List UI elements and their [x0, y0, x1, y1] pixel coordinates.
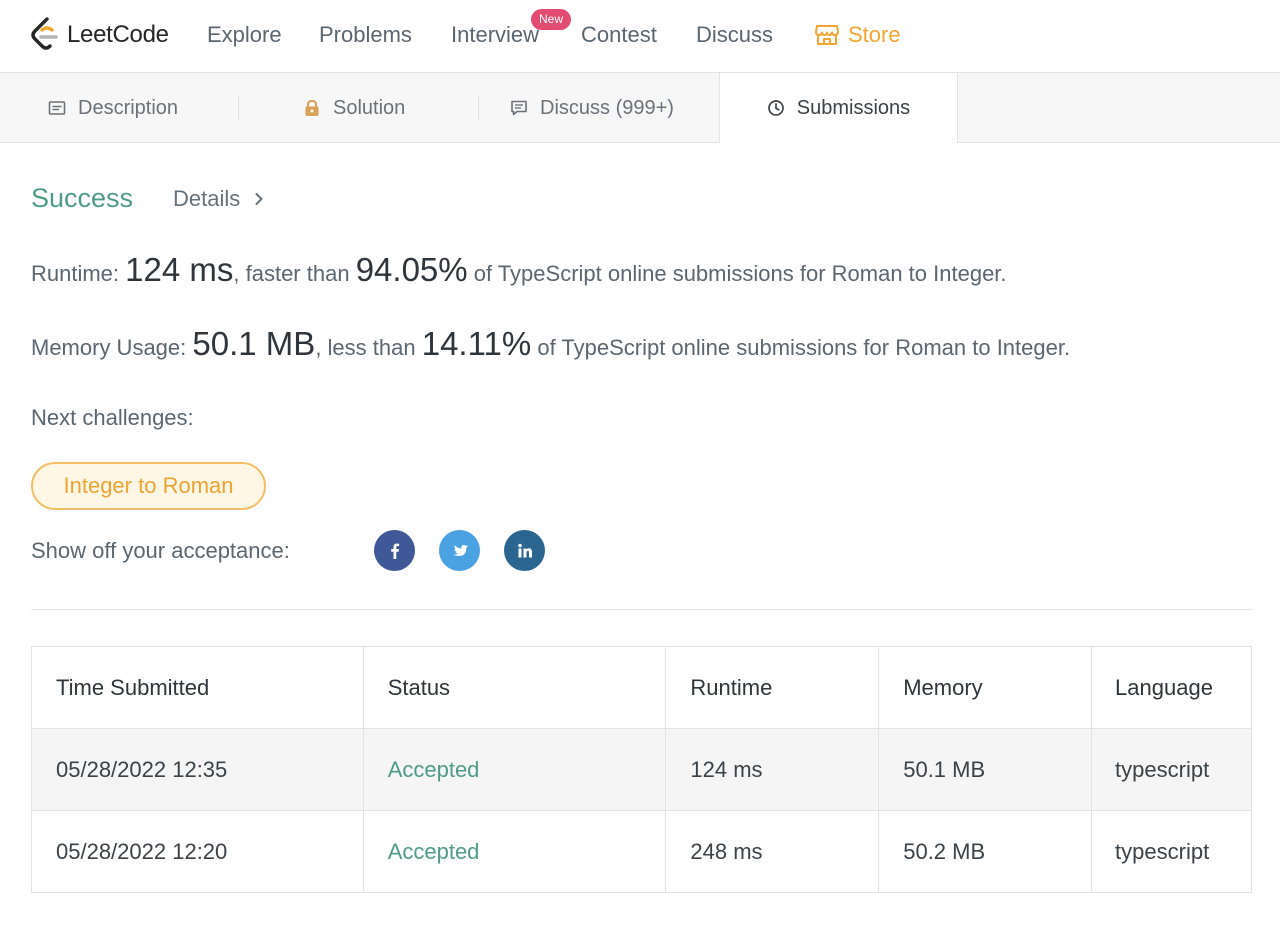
runtime-faster-than: , faster than	[233, 261, 350, 286]
nav-contest[interactable]: Contest	[581, 22, 657, 48]
cell-memory: 50.1 MB	[878, 728, 1093, 811]
column-header-runtime: Runtime	[665, 646, 880, 729]
comment-icon	[511, 100, 527, 116]
column-header-time: Time Submitted	[31, 646, 364, 729]
nav-interview[interactable]: Interview	[451, 22, 539, 48]
nav-discuss[interactable]: Discuss	[696, 22, 773, 48]
memory-less-than: , less than	[315, 335, 416, 360]
facebook-icon	[390, 543, 399, 559]
next-challenges-label: Next challenges:	[31, 405, 194, 430]
details-label: Details	[173, 186, 241, 211]
section-divider	[31, 609, 1253, 610]
table-header-row: Time Submitted Status Runtime Memory Lan…	[31, 646, 1252, 729]
clock-icon	[767, 100, 784, 116]
column-header-memory: Memory	[878, 646, 1093, 729]
memory-summary: Memory Usage: 50.1 MB, less than 14.11% …	[31, 325, 1070, 363]
new-badge: New	[531, 9, 572, 30]
logo-text: LeetCode	[67, 21, 169, 48]
nav-problems[interactable]: Problems	[319, 22, 412, 48]
linkedin-share-button[interactable]	[504, 530, 545, 571]
tab-separator	[238, 95, 239, 121]
cell-runtime: 124 ms	[665, 728, 880, 811]
tab-solution-label: Solution	[333, 96, 406, 119]
twitter-icon	[453, 544, 468, 556]
cell-runtime: 248 ms	[665, 810, 880, 893]
table-row: 05/28/2022 12:35 Accepted 124 ms 50.1 MB…	[31, 728, 1252, 811]
cell-language: typescript	[1091, 728, 1252, 811]
leetcode-logo[interactable]: LeetCode	[30, 16, 169, 54]
twitter-share-button[interactable]	[439, 530, 480, 571]
cell-time: 05/28/2022 12:35	[31, 728, 364, 811]
problem-tabbar: Description Solution Discuss (999+) Subm…	[0, 73, 1280, 143]
tab-separator	[478, 95, 479, 121]
details-link[interactable]: Details	[173, 186, 264, 212]
tab-submissions-label: Submissions	[796, 96, 911, 119]
tab-description[interactable]: Description	[48, 73, 178, 143]
tab-discuss-label: Discuss (999+)	[540, 96, 674, 119]
nav-store[interactable]: Store	[815, 22, 901, 48]
store-icon	[815, 25, 839, 45]
memory-label: Memory Usage:	[31, 335, 187, 360]
tab-submissions[interactable]: Submissions	[719, 73, 958, 143]
next-challenge-button[interactable]: Integer to Roman	[31, 462, 266, 510]
submissions-table: Time Submitted Status Runtime Memory Lan…	[31, 646, 1252, 893]
runtime-label: Runtime:	[31, 261, 120, 286]
cell-time: 05/28/2022 12:20	[31, 810, 364, 893]
runtime-value: 124 ms	[125, 251, 234, 288]
facebook-share-button[interactable]	[374, 530, 415, 571]
tab-discuss[interactable]: Discuss (999+)	[510, 73, 674, 143]
column-header-language: Language	[1091, 646, 1252, 729]
cell-status-link[interactable]: Accepted	[362, 728, 667, 811]
memory-tail: of TypeScript online submissions for Rom…	[537, 335, 1071, 360]
leetcode-logo-icon	[31, 17, 58, 50]
linkedin-icon	[517, 543, 532, 557]
tab-description-label: Description	[78, 96, 179, 119]
tab-solution[interactable]: Solution	[303, 73, 405, 143]
runtime-tail: of TypeScript online submissions for Rom…	[473, 261, 1007, 286]
share-label: Show off your acceptance:	[31, 538, 290, 563]
chevron-right-icon	[255, 193, 263, 205]
nav-explore[interactable]: Explore	[207, 22, 282, 48]
top-navbar: LeetCode Explore Problems Interview New …	[0, 0, 1280, 73]
memory-value: 50.1 MB	[192, 325, 316, 362]
cell-memory: 50.2 MB	[878, 810, 1093, 893]
runtime-percentile: 94.05%	[355, 251, 468, 288]
table-row: 05/28/2022 12:20 Accepted 248 ms 50.2 MB…	[31, 810, 1252, 893]
cell-status-link[interactable]: Accepted	[362, 810, 667, 893]
column-header-status: Status	[362, 646, 667, 729]
store-label: Store	[848, 22, 901, 47]
cell-language: typescript	[1091, 810, 1252, 893]
lock-icon	[305, 99, 319, 116]
runtime-summary: Runtime: 124 ms, faster than 94.05% of T…	[31, 251, 1007, 289]
description-icon	[48, 101, 66, 115]
memory-percentile: 14.11%	[421, 325, 532, 362]
submission-status: Success	[31, 183, 134, 213]
